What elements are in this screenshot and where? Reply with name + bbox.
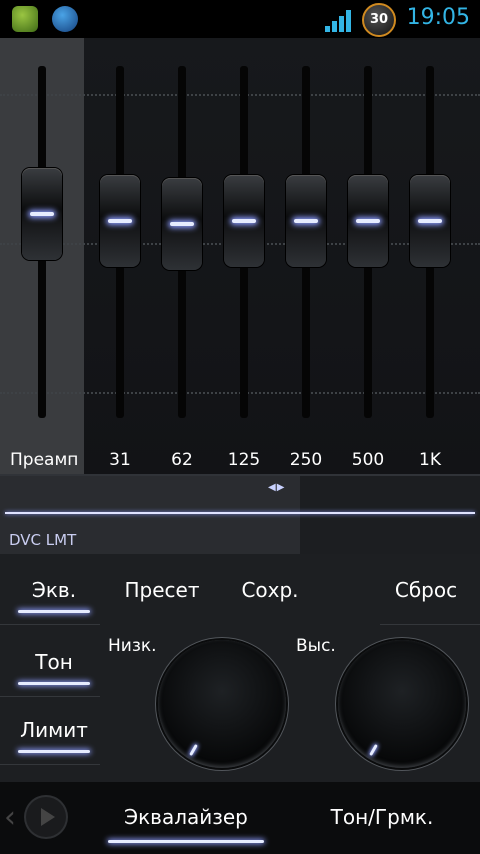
divider — [0, 764, 100, 765]
high-dial-indicator — [369, 744, 378, 756]
reset-button[interactable]: Сброс — [384, 578, 468, 602]
scroll-arrows-icon[interactable]: ◀▶ — [268, 482, 285, 493]
tab-tone-volume[interactable]: Тон/Грмк. — [316, 805, 448, 829]
slider-thumb[interactable] — [100, 174, 140, 267]
slider-thumb[interactable] — [162, 178, 202, 271]
slider-thumb[interactable] — [22, 167, 62, 260]
divider — [0, 696, 100, 697]
divider — [380, 624, 480, 625]
divider — [0, 624, 100, 625]
dvc-limit-line[interactable] — [5, 512, 475, 514]
eq-scrollbar[interactable] — [0, 474, 480, 476]
low-dial-indicator — [189, 744, 198, 756]
band-label: 125 — [227, 450, 261, 470]
equalizer-panel: Преамп 31 62 125 250 500 1K — [0, 38, 480, 474]
preset-button[interactable]: Пресет — [118, 578, 206, 602]
slider-thumb[interactable] — [224, 174, 264, 267]
high-dial-label: Выс. — [296, 636, 336, 656]
tab-limit-indicator — [18, 750, 90, 753]
play-icon[interactable] — [26, 797, 66, 837]
tab-eq-indicator — [18, 610, 90, 613]
band-label: 500 — [351, 450, 385, 470]
battery-badge-icon: 30 — [362, 3, 396, 37]
tab-tone[interactable]: Тон — [14, 650, 94, 674]
low-dial-label: Низк. — [108, 636, 157, 656]
band-label: 31 — [109, 450, 131, 470]
tab-equalizer-indicator — [108, 840, 264, 843]
slider-thumb[interactable] — [286, 174, 326, 267]
slider-thumb[interactable] — [348, 174, 388, 267]
high-dial[interactable] — [338, 640, 466, 768]
dvc-label: DVC LMT — [9, 531, 77, 549]
tab-limit[interactable]: Лимит — [10, 718, 98, 742]
slider-thumb[interactable] — [410, 174, 450, 267]
tab-equalizer[interactable]: Эквалайзер — [108, 805, 264, 829]
app-globe-icon — [52, 6, 78, 32]
band-label: 1K — [419, 450, 441, 470]
band-label: 62 — [171, 450, 193, 470]
dvc-panel-right — [300, 474, 480, 554]
signal-icon — [325, 10, 351, 32]
tab-eq[interactable]: Экв. — [14, 578, 94, 602]
chevron-left-icon[interactable]: ‹ — [4, 800, 16, 835]
app-shield-icon — [12, 6, 38, 32]
band-label: Преамп — [10, 450, 79, 470]
tab-tone-indicator — [18, 682, 90, 685]
clock: 19:05 — [406, 5, 470, 30]
low-dial[interactable] — [158, 640, 286, 768]
status-bar: 30 19:05 — [0, 0, 480, 38]
save-button[interactable]: Сохр. — [232, 578, 308, 602]
band-label: 250 — [289, 450, 323, 470]
